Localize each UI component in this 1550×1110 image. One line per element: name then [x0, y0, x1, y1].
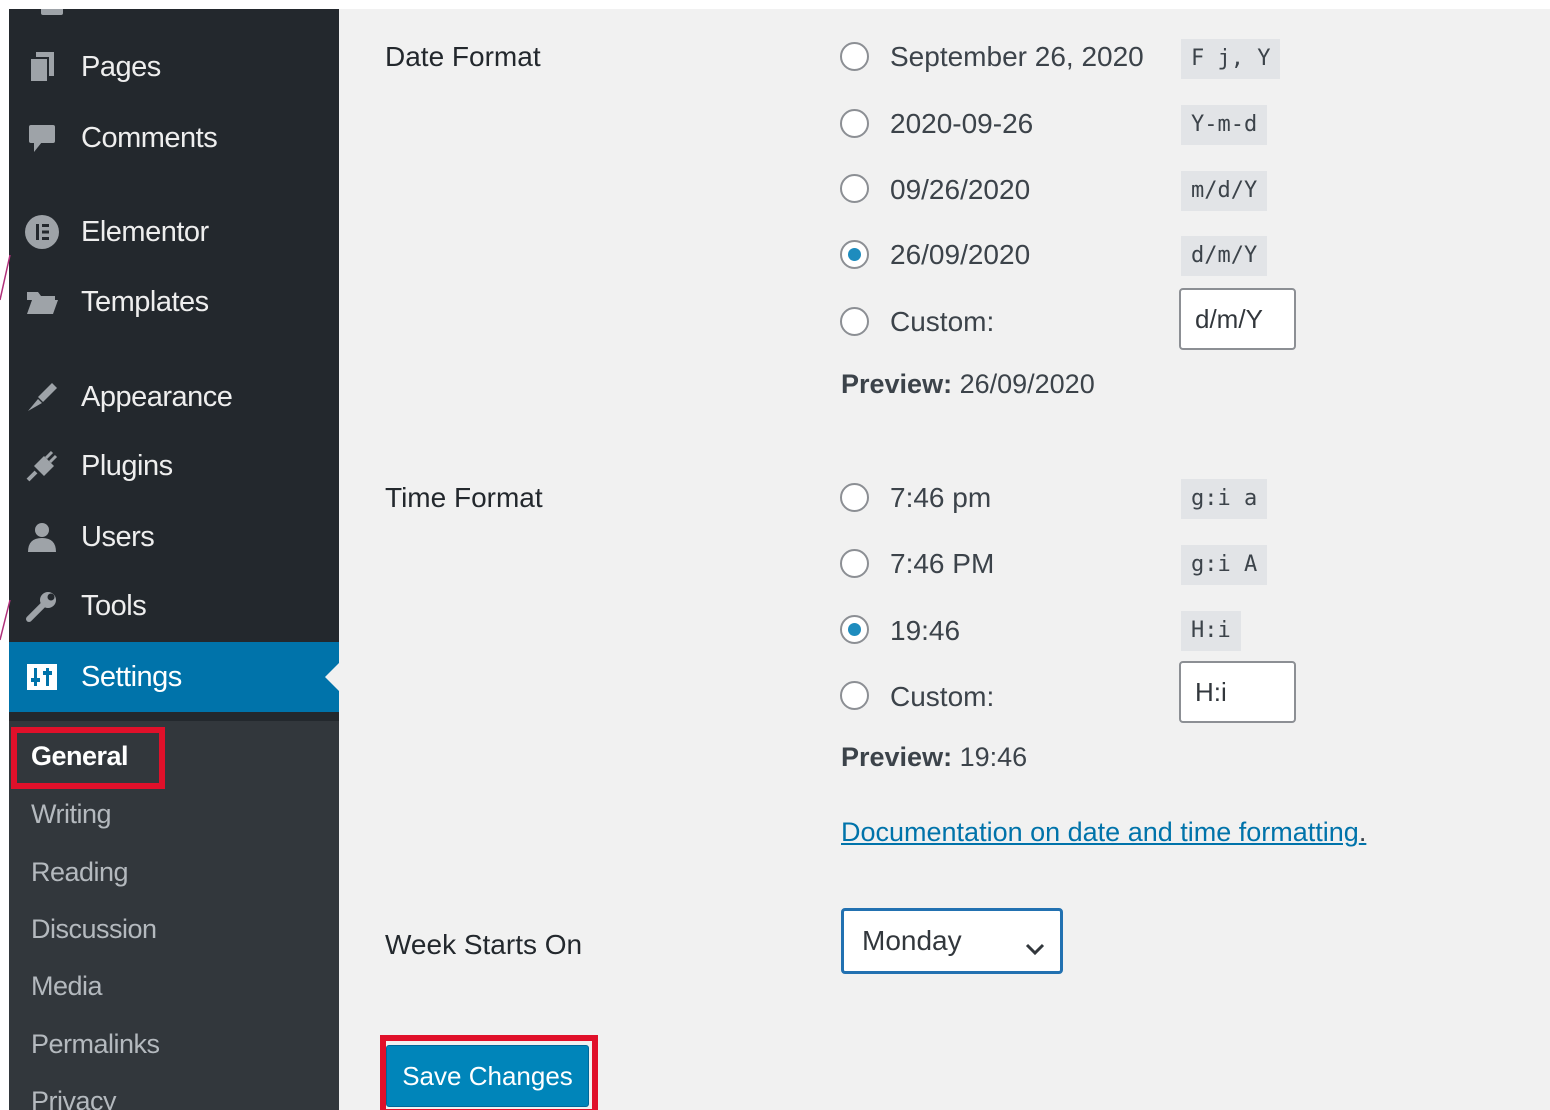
save-highlight-box [380, 1035, 598, 1110]
general-highlight-box [11, 727, 165, 789]
date-format-radio-2[interactable] [840, 109, 869, 138]
date-format-radio-3[interactable] [840, 174, 869, 203]
week-starts-label: Week Starts On [385, 929, 583, 960]
date-format-code: Y-m-d [1181, 105, 1268, 145]
date-format-code: m/d/Y [1181, 171, 1268, 211]
date-format-radio-1[interactable] [840, 42, 869, 71]
time-format-radio-1[interactable] [840, 483, 869, 512]
pages-icon [24, 49, 60, 85]
sidebar-item-label: Appearance [81, 380, 233, 413]
submenu-item-discussion[interactable]: Discussion [31, 914, 157, 945]
sidebar-item-templates[interactable]: Templates [9, 276, 339, 328]
settings-content: Date Format September 26, 2020 F j, Y 20… [339, 9, 1550, 1110]
preview-label: Preview: [841, 369, 953, 399]
sidebar-item-label: Elementor [81, 215, 209, 248]
time-format-radio-2[interactable] [840, 549, 869, 578]
sidebar-item-tools[interactable]: Tools [9, 580, 339, 632]
time-format-code: g:i A [1181, 545, 1268, 585]
sidebar-item-comments[interactable]: Comments [9, 112, 339, 164]
sidebar-item-settings[interactable]: Settings [9, 642, 339, 712]
date-format-custom-input[interactable] [1179, 288, 1296, 350]
sidebar-item-label: Pages [81, 50, 161, 83]
time-format-code: H:i [1181, 611, 1241, 651]
date-format-option-text: 09/26/2020 [890, 174, 1031, 205]
submenu-item-reading[interactable]: Reading [31, 857, 129, 888]
date-format-code: d/m/Y [1181, 236, 1268, 276]
documentation-line: Documentation on date and time formattin… [841, 817, 1366, 848]
time-format-option-text: 7:46 PM [890, 548, 995, 579]
week-starts-value: Monday [862, 925, 962, 956]
preview-label: Preview: [841, 742, 953, 772]
documentation-link[interactable]: Documentation on date and time formattin… [841, 817, 1359, 847]
date-format-label: Date Format [385, 41, 541, 72]
elementor-icon [24, 214, 60, 250]
wrench-icon [24, 588, 60, 624]
sidebar-item-label: Comments [81, 121, 218, 154]
sidebar-item-users[interactable]: Users [9, 511, 339, 563]
preview-value: 26/09/2020 [959, 369, 1095, 399]
date-format-option-text: September 26, 2020 [890, 41, 1144, 72]
documentation-period: . [1358, 817, 1367, 847]
user-icon [24, 519, 60, 555]
date-format-option-text: 26/09/2020 [890, 239, 1031, 270]
preview-value: 19:46 [959, 742, 1028, 772]
paintbrush-icon [24, 379, 60, 415]
date-format-custom-label: Custom: [890, 306, 995, 337]
time-format-code: g:i a [1181, 479, 1268, 519]
time-format-radio-custom[interactable] [840, 681, 869, 710]
sidebar-item-label: Settings [81, 660, 182, 693]
date-format-option-text: 2020-09-26 [890, 108, 1034, 139]
comments-icon [24, 120, 60, 156]
time-format-option-text: 19:46 [890, 615, 961, 646]
time-format-custom-input[interactable] [1179, 661, 1296, 723]
time-format-custom-label: Custom: [890, 681, 995, 712]
sidebar-item-plugins[interactable]: Plugins [9, 440, 339, 492]
time-format-option-text: 7:46 pm [890, 482, 992, 513]
time-format-preview: Preview: 19:46 [841, 742, 1027, 773]
sidebar-item-label: Users [81, 520, 155, 553]
active-menu-arrow [325, 663, 339, 691]
plug-icon [24, 448, 60, 484]
week-starts-select[interactable]: Monday [841, 908, 1063, 974]
submenu-item-privacy[interactable]: Privacy [31, 1086, 117, 1110]
sidebar-item-elementor[interactable]: Elementor [9, 206, 339, 258]
admin-frame: Pages Comments Elementor Templates Appea [9, 9, 1550, 1110]
date-format-radio-4[interactable] [840, 240, 869, 269]
submenu-item-writing[interactable]: Writing [31, 799, 112, 830]
submenu-item-media[interactable]: Media [31, 971, 103, 1002]
chevron-down-icon [1024, 931, 1046, 963]
settings-icon [24, 659, 60, 695]
date-format-code: F j, Y [1181, 39, 1281, 79]
time-format-label: Time Format [385, 482, 543, 513]
submenu-item-permalinks[interactable]: Permalinks [31, 1029, 160, 1060]
dashboard-icon[interactable] [41, 9, 63, 15]
date-format-preview: Preview: 26/09/2020 [841, 369, 1095, 400]
sidebar-item-label: Plugins [81, 449, 173, 482]
sidebar-item-label: Templates [81, 285, 209, 318]
time-format-radio-3[interactable] [840, 615, 869, 644]
date-format-radio-custom[interactable] [840, 307, 869, 336]
folder-icon [24, 284, 60, 320]
sidebar-item-appearance[interactable]: Appearance [9, 371, 339, 423]
sidebar-item-pages[interactable]: Pages [9, 41, 339, 93]
sidebar-item-label: Tools [81, 589, 147, 622]
admin-sidebar: Pages Comments Elementor Templates Appea [9, 9, 339, 1110]
